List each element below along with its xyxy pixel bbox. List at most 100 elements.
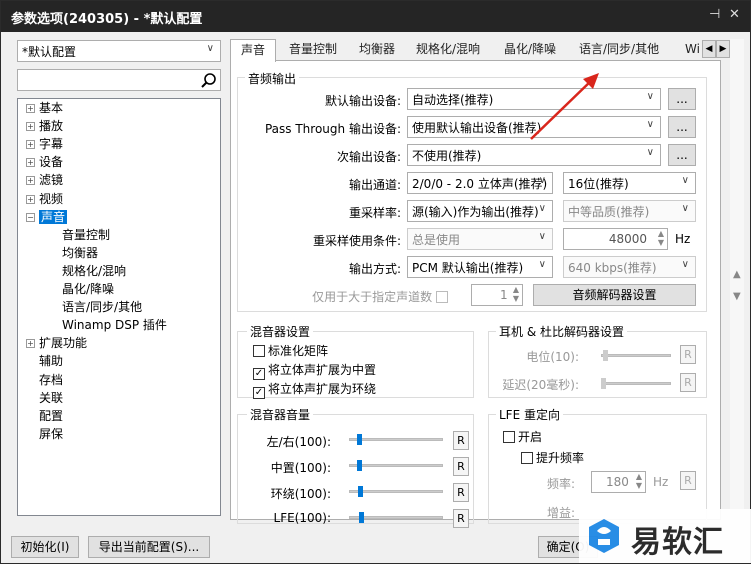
- stereo-center-checkbox[interactable]: ✓ 将立体声扩展为中置: [253, 361, 376, 380]
- volume-slider[interactable]: [349, 490, 443, 493]
- freq-reset-button[interactable]: R: [680, 471, 696, 490]
- default-device-more-button[interactable]: ...: [668, 88, 696, 110]
- pin-icon[interactable]: ⊣: [709, 7, 720, 22]
- tree-item[interactable]: 配置: [26, 408, 63, 425]
- delay-slider[interactable]: [601, 382, 671, 385]
- checkbox-box: [503, 431, 515, 443]
- tab-strip: 声音 音量控制 均衡器 规格化/混响 晶化/降噪 语言/同步/其他 Wi ◀ ▶: [230, 39, 730, 62]
- close-icon[interactable]: ✕: [729, 7, 740, 22]
- scroll-down-icon[interactable]: ▼: [733, 291, 741, 302]
- tree-item[interactable]: + 滤镜: [26, 172, 63, 189]
- bits-combo[interactable]: 16位(推荐) ∨: [563, 172, 696, 194]
- volume-slider-thumb[interactable]: [359, 512, 364, 523]
- spinner-icon[interactable]: ▲ ▼: [636, 472, 642, 490]
- secondary-device-more-button[interactable]: ...: [668, 144, 696, 166]
- tree-item[interactable]: + 扩展功能: [26, 335, 87, 352]
- stereo-surround-checkbox[interactable]: ✓ 将立体声扩展为环绕: [253, 380, 376, 399]
- export-config-button[interactable]: 导出当前配置(S)...: [88, 536, 210, 558]
- delay-slider-thumb[interactable]: [601, 378, 606, 389]
- tree-item[interactable]: 屏保: [26, 426, 63, 443]
- search-input[interactable]: [17, 69, 221, 91]
- tab-scroll-right-icon[interactable]: ▶: [716, 40, 730, 58]
- tree-item[interactable]: 关联: [26, 390, 63, 407]
- audio-output-title: 音频输出: [245, 70, 300, 87]
- volume-reset-button[interactable]: R: [453, 457, 469, 476]
- volume-slider-thumb[interactable]: [357, 434, 362, 445]
- combo-value: 640 kbps(推荐): [568, 261, 657, 275]
- lfe-enable-checkbox[interactable]: 开启: [503, 428, 542, 445]
- panel-scrollbar[interactable]: ▲ ▼: [730, 39, 744, 519]
- tree-item[interactable]: Winamp DSP 插件: [62, 317, 167, 334]
- tab-language[interactable]: 语言/同步/其他: [579, 39, 659, 61]
- volume-reset-button[interactable]: R: [453, 431, 469, 450]
- tab-scroll-left-icon[interactable]: ◀: [702, 40, 716, 58]
- tab-volume[interactable]: 音量控制: [289, 39, 337, 61]
- tree-item[interactable]: + 视频: [26, 191, 63, 208]
- level-slider-thumb[interactable]: [603, 350, 608, 361]
- channels-only-checkbox[interactable]: [436, 291, 448, 303]
- collapse-icon[interactable]: −: [26, 212, 35, 222]
- tree-item[interactable]: + 基本: [26, 100, 63, 117]
- output-mode-combo[interactable]: PCM 默认输出(推荐) ∨: [407, 256, 553, 278]
- channels-only-label[interactable]: 仅用于大于指定声道数: [271, 288, 451, 305]
- tree-item[interactable]: 语言/同步/其他: [62, 299, 142, 316]
- freq-input[interactable]: 180 ▲ ▼: [591, 471, 646, 493]
- volume-slider[interactable]: [349, 464, 443, 467]
- tree-item[interactable]: − 声音: [26, 209, 68, 226]
- bitrate-combo[interactable]: 640 kbps(推荐) ∨: [563, 256, 696, 278]
- expand-icon[interactable]: +: [26, 339, 35, 349]
- chevron-down-icon: ∨: [681, 203, 689, 214]
- volume-slider[interactable]: [349, 438, 443, 441]
- rate-input[interactable]: 48000 ▲ ▼: [563, 228, 668, 250]
- expand-icon[interactable]: +: [26, 140, 35, 150]
- volume-slider-thumb[interactable]: [358, 486, 363, 497]
- delay-reset-button[interactable]: R: [680, 373, 696, 392]
- reset-button[interactable]: 初始化(I): [11, 536, 79, 558]
- tree-item-label: 视频: [39, 191, 64, 206]
- spinner-icon[interactable]: ▲ ▼: [513, 285, 519, 303]
- normalize-checkbox[interactable]: 标准化矩阵: [253, 342, 328, 359]
- audio-decoder-button[interactable]: 音频解码器设置: [533, 284, 696, 306]
- tab-label: 语言/同步/其他: [579, 42, 660, 56]
- channels-input[interactable]: 1 ▲ ▼: [471, 284, 523, 306]
- secondary-device-combo[interactable]: 不使用(推荐) ∨: [407, 144, 661, 166]
- expand-icon[interactable]: +: [26, 176, 35, 186]
- search-icon[interactable]: [200, 72, 217, 89]
- tab-audio[interactable]: 声音: [230, 39, 277, 62]
- expand-icon[interactable]: +: [26, 122, 35, 132]
- tab-crystal[interactable]: 晶化/降噪: [504, 39, 556, 61]
- tree-item[interactable]: 均衡器: [62, 245, 98, 262]
- tree-item[interactable]: + 设备: [26, 154, 63, 171]
- tree-item[interactable]: 辅助: [26, 353, 63, 370]
- scroll-up-icon[interactable]: ▲: [733, 269, 741, 280]
- expand-icon[interactable]: +: [26, 194, 35, 204]
- combo-value: 2/0/0 - 2.0 立体声(推荐): [412, 177, 548, 191]
- tree-item[interactable]: + 播放: [26, 118, 63, 135]
- channel-combo[interactable]: 2/0/0 - 2.0 立体声(推荐) ∨: [407, 172, 553, 194]
- tab-winamp[interactable]: Wi: [685, 39, 700, 61]
- volume-reset-button[interactable]: R: [453, 509, 469, 528]
- level-slider[interactable]: [601, 354, 671, 357]
- volume-slider-thumb[interactable]: [357, 460, 362, 471]
- combo-value: 16位(推荐): [568, 177, 629, 191]
- level-reset-button[interactable]: R: [680, 345, 696, 364]
- expand-icon[interactable]: +: [26, 104, 35, 113]
- quality-combo[interactable]: 中等品质(推荐) ∨: [563, 200, 696, 222]
- resample-condition-combo[interactable]: 总是使用 ∨: [407, 228, 553, 250]
- tree-item[interactable]: 晶化/降噪: [62, 281, 114, 298]
- expand-icon[interactable]: +: [26, 158, 35, 168]
- tree-item[interactable]: 存档: [26, 372, 63, 389]
- volume-reset-button[interactable]: R: [453, 483, 469, 502]
- tree-item[interactable]: 规格化/混响: [62, 263, 126, 280]
- tree-item[interactable]: 音量控制: [62, 227, 110, 244]
- tab-equalizer[interactable]: 均衡器: [359, 39, 395, 61]
- spinner-icon[interactable]: ▲ ▼: [658, 229, 664, 247]
- lfe-boost-checkbox[interactable]: 提升频率: [521, 449, 584, 466]
- tree-item-label: 扩展功能: [39, 336, 88, 351]
- profile-combo[interactable]: *默认配置 ∨: [17, 40, 221, 62]
- passthrough-more-button[interactable]: ...: [668, 116, 696, 138]
- tab-normalize[interactable]: 规格化/混响: [416, 39, 480, 61]
- channels-only-text: 仅用于大于指定声道数: [312, 290, 433, 304]
- resample-combo[interactable]: 源(输入)作为输出(推荐) ∨: [407, 200, 553, 222]
- tree-item[interactable]: + 字幕: [26, 136, 63, 153]
